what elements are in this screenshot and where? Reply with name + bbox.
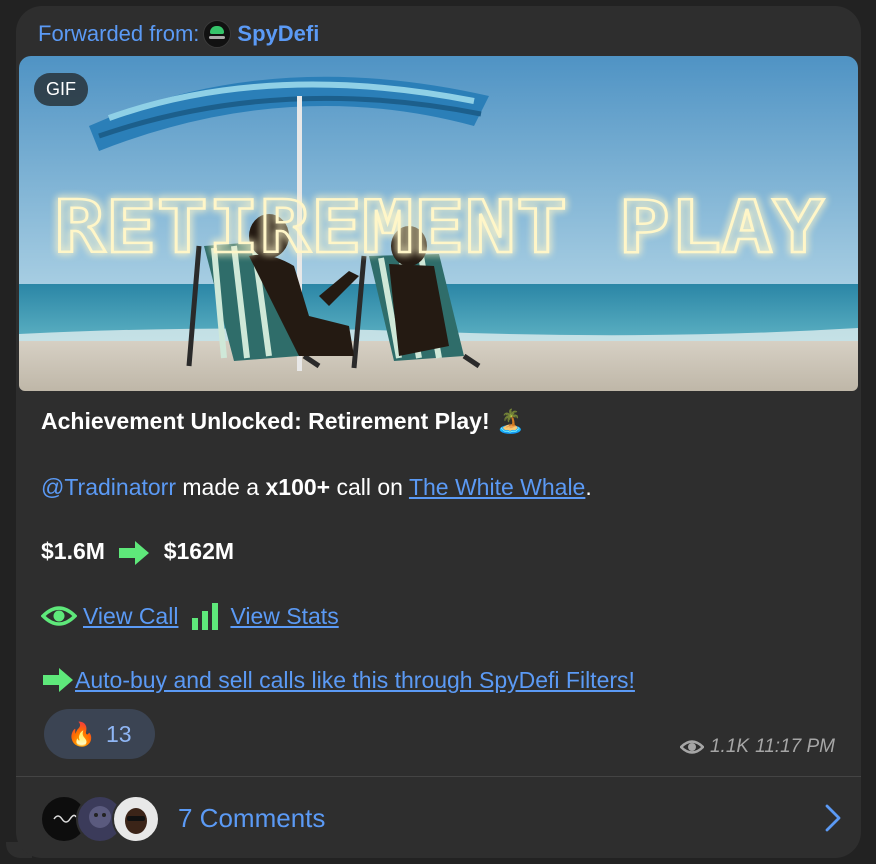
reaction-count: 13 <box>106 720 132 747</box>
made-a-text: made a <box>175 474 266 500</box>
fire-reaction-button[interactable]: 🔥 13 <box>44 709 155 759</box>
fire-icon: 🔥 <box>67 720 97 747</box>
message-meta: 1.1K 11:17 PM <box>679 736 835 758</box>
period-text: . <box>585 474 592 500</box>
call-on-text: call on <box>330 474 409 500</box>
autobuy-link[interactable]: Auto-buy and sell calls like this throug… <box>75 667 635 694</box>
gif-badge: GIF <box>34 73 88 106</box>
divider <box>16 776 861 777</box>
palm-island-emoji: 🏝️ <box>496 408 525 434</box>
call-line: @Tradinatorr made a x100+ call on The Wh… <box>41 474 592 501</box>
mc-to: $162M <box>163 538 235 564</box>
marketcap-line: $1.6M $162M <box>41 538 234 567</box>
forwarded-header[interactable]: Forwarded from: SpyDefi <box>38 20 319 48</box>
title-text: Achievement Unlocked: Retirement Play! <box>41 408 490 434</box>
beach-scene-image: RETIREMENT PLAY <box>19 56 858 391</box>
autobuy-line: Auto-buy and sell calls like this throug… <box>41 666 635 694</box>
neon-title-text: RETIREMENT PLAY <box>54 185 825 269</box>
forwarded-channel-name[interactable]: SpyDefi <box>237 21 319 47</box>
right-arrow-icon <box>43 668 73 692</box>
channel-avatar[interactable] <box>203 20 232 48</box>
comments-button[interactable]: 7 Comments <box>16 778 861 858</box>
gif-media[interactable]: RETIREMENT PLAY GIF <box>19 56 858 391</box>
forwarded-prefix: Forwarded from: <box>38 21 200 46</box>
message-bubble: Forwarded from: SpyDefi RETIREMENT PLAY … <box>16 6 861 858</box>
message-time: 11:17 PM <box>755 736 835 757</box>
avatar <box>112 795 160 843</box>
multiplier-text: x100+ <box>265 474 331 500</box>
chevron-right-icon <box>825 804 841 832</box>
commenter-avatars <box>40 795 160 843</box>
mc-from: $1.6M <box>41 538 105 564</box>
user-mention-link[interactable]: @Tradinatorr <box>41 474 176 500</box>
right-arrow-icon <box>119 540 150 565</box>
comments-count-label: 7 Comments <box>178 802 326 833</box>
eye-icon <box>41 606 77 626</box>
token-link[interactable]: The White Whale <box>409 474 585 500</box>
bar-chart-icon <box>192 603 219 630</box>
views-eye-icon <box>679 740 704 754</box>
achievement-title: Achievement Unlocked: Retirement Play! 🏝… <box>41 408 525 435</box>
view-count: 1.1K <box>709 736 750 757</box>
view-call-link[interactable]: View Call <box>83 603 178 630</box>
links-line: View Call View Stats <box>41 602 339 630</box>
view-stats-link[interactable]: View Stats <box>230 603 338 630</box>
